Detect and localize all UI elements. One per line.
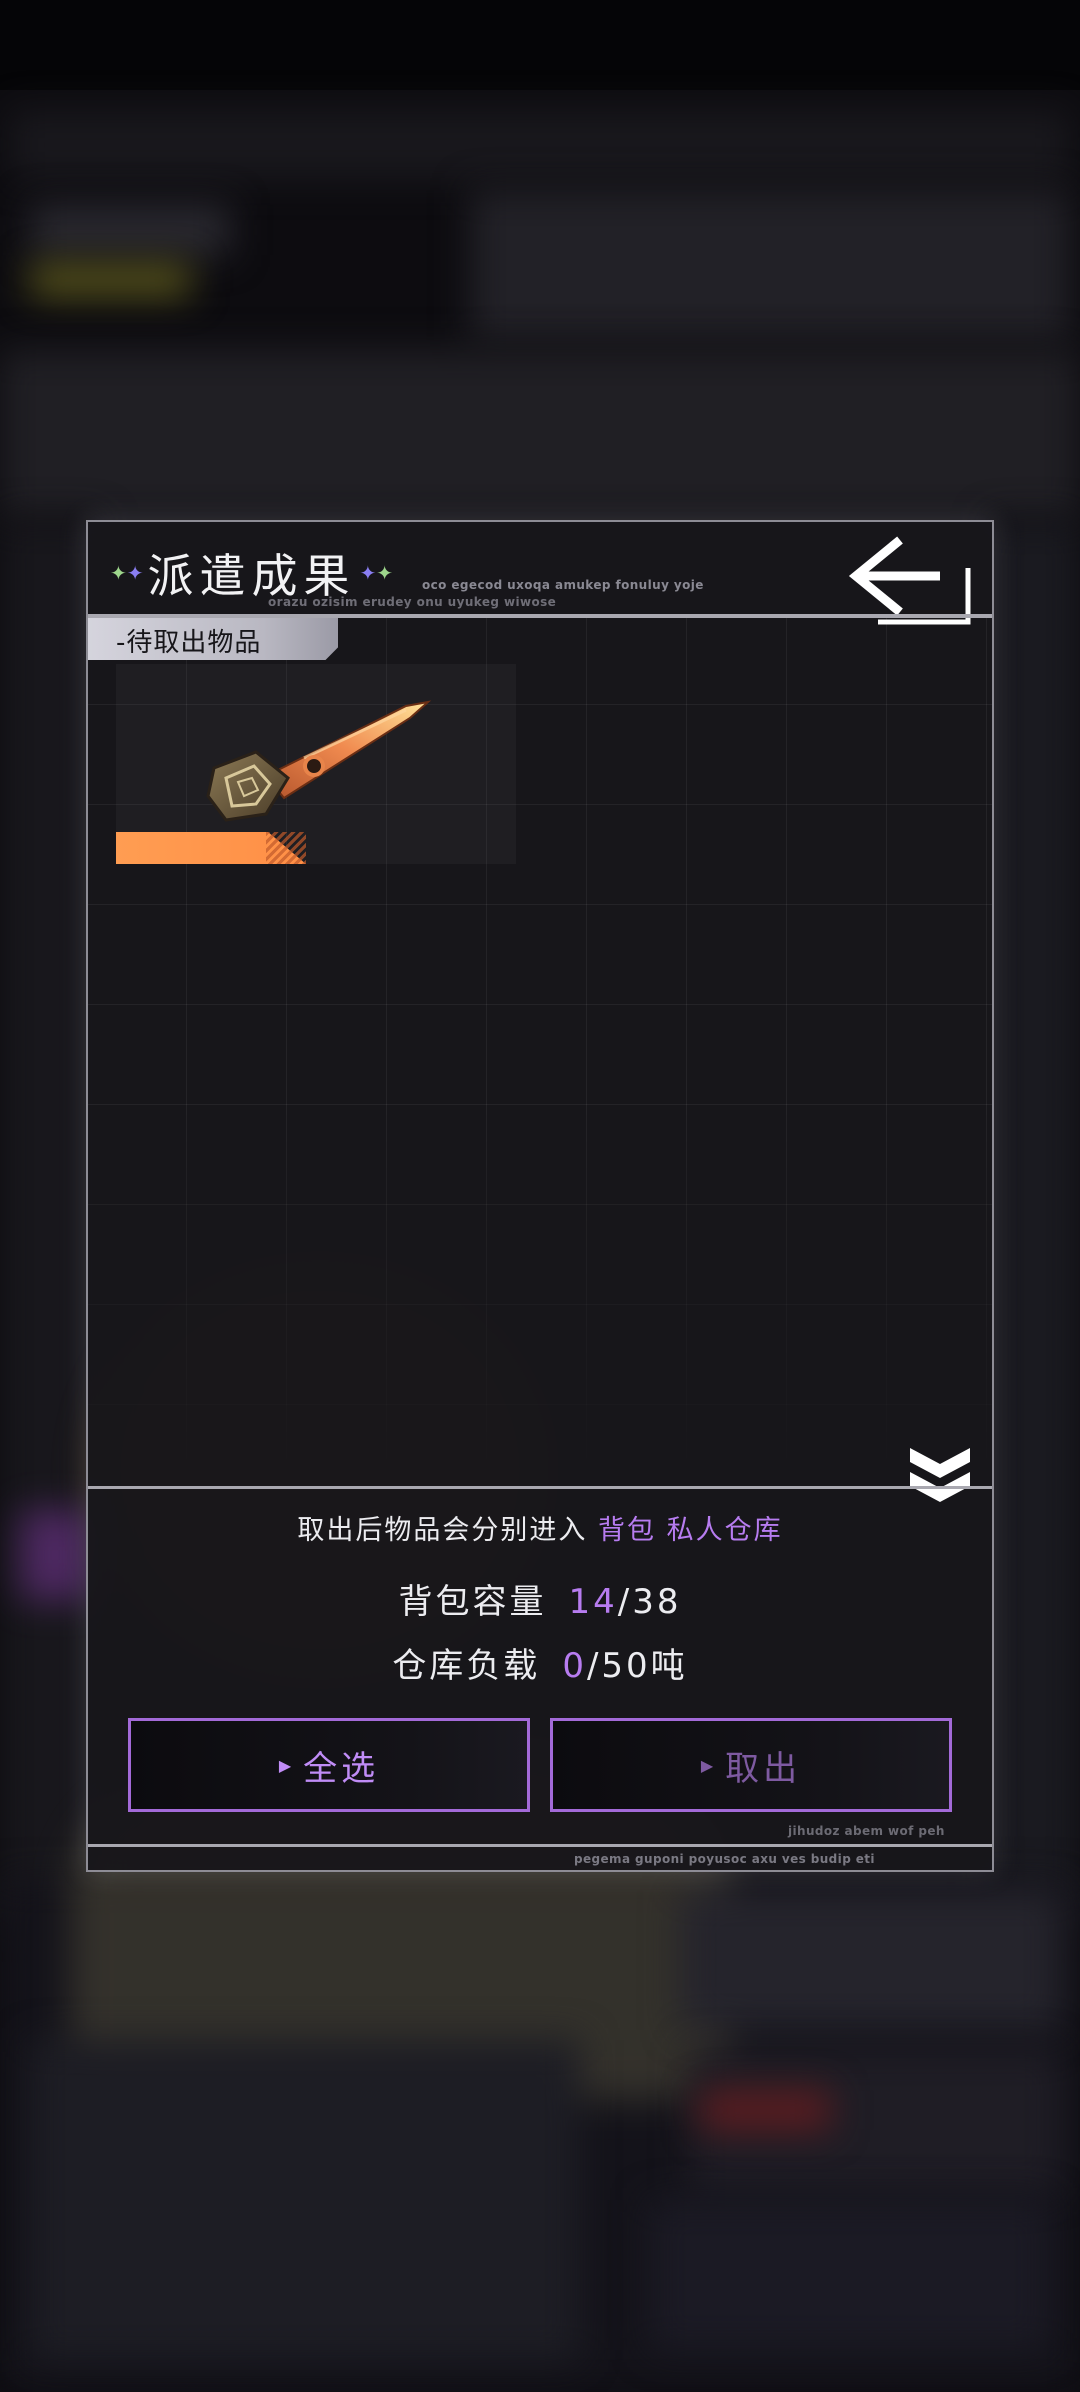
play-triangle-icon: ▶ <box>278 1755 292 1775</box>
destination-hint: 取出后物品会分别进入 背包 私人仓库 <box>88 1508 992 1547</box>
bag-capacity-label: 背包容量 <box>398 1582 547 1622</box>
decor-text: jihudoz abem wof peh <box>788 1824 945 1838</box>
section-tag: -待取出物品 <box>88 618 338 660</box>
spear-blade-icon <box>206 700 432 822</box>
rarity-stripe <box>266 832 306 864</box>
bag-capacity: 背包容量 14/38 <box>88 1574 992 1623</box>
double-chevron-down-icon <box>910 1448 970 1502</box>
sparkle-icon: ✦ <box>110 561 127 585</box>
bg-hud-row <box>10 110 1070 180</box>
bg-panel-d <box>650 2200 1050 2350</box>
sparkle-icon: ✦ <box>126 561 144 585</box>
hint-warehouse-link: 私人仓库 <box>666 1515 783 1546</box>
hint-text: 取出后物品会分别进入 <box>297 1515 588 1546</box>
bg-left-column <box>0 520 100 1920</box>
bg-purple-marker <box>20 1510 90 1600</box>
collapse-button[interactable] <box>908 1442 972 1508</box>
decor-text: oco egecod uxoqa amukep fonuluy yoje <box>422 578 704 592</box>
bg-hud-text <box>30 205 230 255</box>
select-all-label: 全选 <box>303 1748 380 1789</box>
bg-panel-b <box>680 1890 1060 2030</box>
decor-text: pegema guponi poyusoc axu ves budip eti <box>574 1852 875 1866</box>
bag-capacity-current: 14 <box>568 1582 618 1622</box>
bg-hud-cards <box>470 190 1070 340</box>
content-divider <box>88 1486 992 1489</box>
warehouse-load-total: /50吨 <box>586 1646 688 1686</box>
dispatch-result-dialog: ✦ ✦ 派遣成果 ✦ ✦ oco egecod uxoqa amukep fon… <box>86 520 994 1872</box>
take-out-button[interactable]: ▶ 取出 <box>550 1718 952 1812</box>
sparkle-icon: ✦ <box>359 561 377 585</box>
bg-mid-band <box>0 350 1080 520</box>
warehouse-load: 仓库负载 0/50吨 <box>88 1638 992 1687</box>
item-slot[interactable] <box>116 664 516 864</box>
bg-panel-a <box>30 2040 580 2360</box>
take-out-label: 取出 <box>725 1748 802 1789</box>
hint-bag-link: 背包 <box>598 1515 656 1546</box>
header-divider <box>88 614 992 618</box>
bag-capacity-total: /38 <box>617 1582 682 1622</box>
bottom-divider <box>88 1844 992 1847</box>
bg-hud-yellow <box>30 265 190 295</box>
select-all-button[interactable]: ▶ 全选 <box>128 1718 530 1812</box>
bg-right-column <box>990 520 1080 1920</box>
warehouse-load-current: 0 <box>562 1646 587 1686</box>
decor-text: orazu ozisim erudey onu uyukeg wiwose <box>268 595 557 609</box>
bg-red-strip <box>700 2090 830 2130</box>
bg-top-bar <box>0 0 1080 90</box>
section-tag-label: -待取出物品 <box>116 628 262 658</box>
sparkle-icon: ✦ <box>376 561 394 585</box>
play-triangle-icon: ▶ <box>700 1755 714 1775</box>
warehouse-load-label: 仓库负载 <box>392 1646 541 1686</box>
